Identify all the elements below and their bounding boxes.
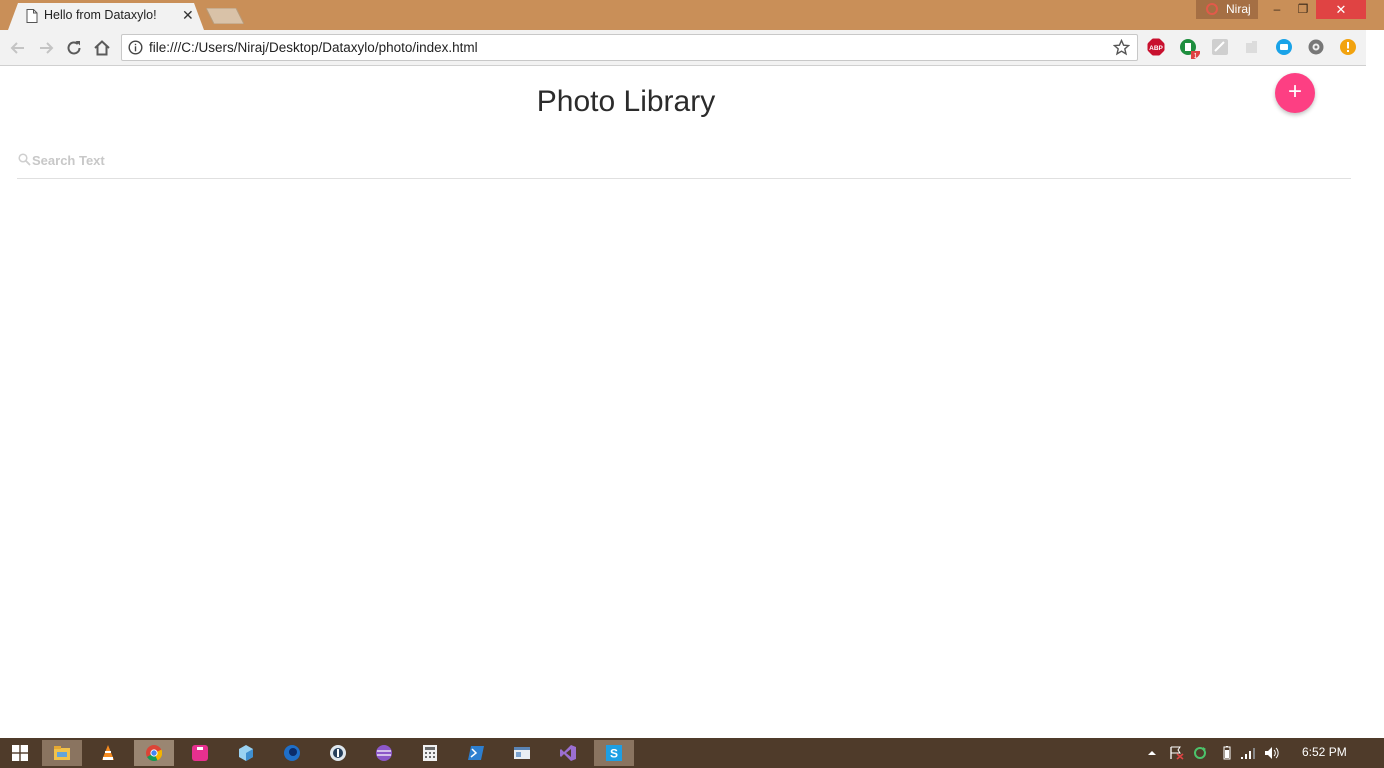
extension-green-icon[interactable]: 1 — [1179, 38, 1201, 60]
tab-title: Hello from Dataxylo! — [44, 8, 157, 22]
profile-icon — [1206, 3, 1218, 15]
search-bar — [17, 147, 1351, 179]
taskbar-visual-studio[interactable] — [548, 740, 588, 766]
calculator-icon — [423, 745, 437, 761]
extension-warning-icon[interactable] — [1339, 38, 1357, 56]
visual-studio-icon — [560, 745, 576, 761]
taskbar-app-box[interactable] — [226, 740, 266, 766]
page-title: Photo Library — [536, 85, 716, 118]
search-icon — [18, 153, 31, 166]
taskbar-app-blue-circle[interactable] — [272, 740, 312, 766]
browser-titlebar: Hello from Dataxylo! ✕ Niraj ‒ ❐ ✕ — [0, 0, 1384, 30]
svg-text:1: 1 — [1194, 53, 1198, 60]
profile-name: Niraj — [1226, 2, 1251, 16]
chrome-icon — [146, 745, 162, 761]
add-photo-button[interactable]: + — [1275, 73, 1315, 113]
taskbar: S 6:52 PM — [0, 738, 1384, 768]
search-input[interactable] — [32, 150, 1332, 170]
tab-close-icon[interactable]: ✕ — [182, 7, 194, 24]
minimize-button[interactable]: ‒ — [1264, 0, 1290, 19]
app-purple-icon — [376, 745, 392, 761]
tray-flag-icon[interactable] — [1168, 746, 1184, 760]
app-blue-circle-icon — [284, 745, 300, 761]
start-button[interactable] — [0, 740, 40, 766]
tray-battery-icon[interactable] — [1219, 746, 1235, 760]
app-window-icon — [514, 747, 530, 759]
powershell-icon — [468, 746, 484, 760]
adblock-plus-icon[interactable]: ABP — [1147, 38, 1165, 56]
page-content: Photo Library + — [0, 67, 1366, 738]
tray-sync-icon[interactable] — [1192, 746, 1208, 760]
taskbar-app-pink[interactable] — [180, 740, 220, 766]
tab-active[interactable]: Hello from Dataxylo! ✕ — [8, 3, 204, 30]
svg-text:ABP: ABP — [1149, 45, 1163, 52]
extension-puzzle-icon[interactable] — [1243, 38, 1261, 56]
back-arrow-icon[interactable] — [8, 38, 28, 58]
extension-image-icon[interactable] — [1211, 38, 1229, 56]
app-pink-icon — [192, 745, 208, 761]
taskbar-app-purple[interactable] — [364, 740, 404, 766]
page-icon — [26, 9, 38, 23]
taskbar-calculator[interactable] — [410, 740, 450, 766]
address-bar[interactable]: file:///C:/Users/Niraj/Desktop/Dataxylo/… — [121, 34, 1138, 61]
app-box-icon — [239, 745, 253, 761]
taskbar-app-dark-circle[interactable] — [318, 740, 358, 766]
bookmark-star-icon[interactable] — [1113, 39, 1130, 56]
extension-gear-icon[interactable] — [1307, 38, 1325, 56]
address-url[interactable]: file:///C:/Users/Niraj/Desktop/Dataxylo/… — [149, 40, 478, 55]
new-tab-button[interactable] — [206, 8, 244, 24]
file-explorer-icon — [54, 746, 70, 760]
svg-text:S: S — [610, 747, 618, 761]
taskbar-skype[interactable]: S — [594, 740, 634, 766]
restore-button[interactable]: ❐ — [1290, 0, 1316, 19]
taskbar-app-window[interactable] — [502, 740, 542, 766]
close-window-button[interactable]: ✕ — [1316, 0, 1366, 19]
tray-volume-icon[interactable] — [1264, 746, 1280, 760]
info-icon[interactable] — [128, 40, 143, 55]
taskbar-chrome[interactable] — [134, 740, 174, 766]
forward-arrow-icon[interactable] — [36, 38, 56, 58]
skype-icon: S — [606, 745, 622, 761]
taskbar-clock[interactable]: 6:52 PM — [1302, 745, 1347, 759]
taskbar-file-explorer[interactable] — [42, 740, 82, 766]
reload-icon[interactable] — [64, 38, 84, 58]
window-edge — [1366, 30, 1384, 738]
start-icon — [12, 745, 28, 761]
home-icon[interactable] — [92, 38, 112, 58]
tray-chevron-up-icon[interactable] — [1144, 746, 1160, 760]
app-dark-circle-icon — [330, 745, 346, 761]
taskbar-vlc[interactable] — [88, 740, 128, 766]
extension-blue-icon[interactable] — [1275, 38, 1293, 56]
profile-badge[interactable]: Niraj — [1196, 0, 1258, 19]
taskbar-powershell[interactable] — [456, 740, 496, 766]
vlc-icon — [102, 745, 114, 760]
tray-network-icon[interactable] — [1240, 746, 1256, 760]
browser-toolbar: file:///C:/Users/Niraj/Desktop/Dataxylo/… — [0, 30, 1384, 66]
